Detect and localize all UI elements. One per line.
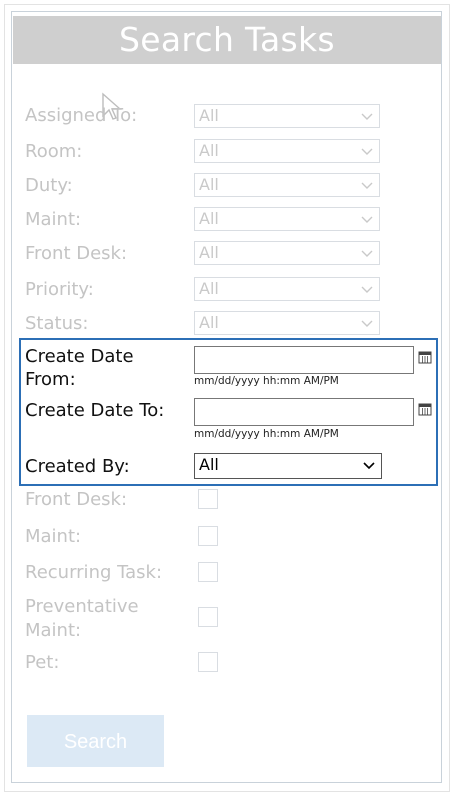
room-select-value: All (199, 141, 219, 160)
chevron-down-icon (361, 182, 373, 189)
search-button[interactable]: Search (27, 715, 164, 767)
filter-label-priority: Priority: (25, 279, 94, 300)
checkbox-label-front-desk: Front Desk: (25, 489, 128, 510)
duty-select-value: All (199, 175, 219, 194)
created-by-label: Created By: (25, 456, 130, 477)
chevron-down-icon (361, 286, 373, 293)
create-date-from-label-line2: From: (25, 369, 76, 390)
calendar-icon[interactable] (418, 350, 432, 364)
room-select[interactable]: All (194, 139, 380, 163)
created-by-select[interactable]: All (194, 453, 382, 479)
filter-label-duty: Duty: (25, 175, 73, 196)
recurring-task-checkbox[interactable] (198, 562, 218, 582)
filter-label-maint: Maint: (25, 209, 82, 230)
chevron-down-icon (361, 113, 373, 120)
filter-label-status: Status: (25, 313, 89, 334)
maint-select-value: All (199, 209, 219, 228)
priority-select-value: All (199, 279, 219, 298)
maint-checkbox[interactable] (198, 526, 218, 546)
filter-label-assigned-to: Assigned To: (25, 105, 138, 126)
chevron-down-icon (361, 250, 373, 257)
created-by-select-value: All (199, 455, 219, 474)
create-date-to-input[interactable] (194, 398, 414, 426)
status-select[interactable]: All (194, 311, 380, 335)
checkbox-label-maint: Maint: (25, 526, 82, 547)
create-date-from-input[interactable] (194, 346, 414, 374)
maint-select[interactable]: All (194, 207, 380, 231)
pet-checkbox[interactable] (198, 652, 218, 672)
assigned-to-select[interactable]: All (194, 104, 380, 128)
create-date-from-label-line1: Create Date (25, 346, 134, 367)
filter-label-front-desk: Front Desk: (25, 243, 128, 264)
checkbox-label-preventative-line2: Maint: (25, 620, 82, 641)
assigned-to-select-value: All (199, 106, 219, 125)
chevron-down-icon (361, 320, 373, 327)
chevron-down-icon (361, 216, 373, 223)
create-date-to-format-hint: mm/dd/yyyy hh:mm AM/PM (194, 428, 339, 440)
panel-title: Search Tasks (13, 16, 441, 64)
front-desk-select[interactable]: All (194, 241, 380, 265)
checkbox-label-recurring-task: Recurring Task: (25, 562, 163, 583)
checkbox-label-preventative-line1: Preventative (25, 596, 139, 617)
duty-select[interactable]: All (194, 173, 380, 197)
chevron-down-icon (361, 148, 373, 155)
checkbox-label-pet: Pet: (25, 652, 60, 673)
create-date-to-label: Create Date To: (25, 400, 165, 421)
front-desk-select-value: All (199, 243, 219, 262)
calendar-icon[interactable] (418, 402, 432, 416)
create-date-from-format-hint: mm/dd/yyyy hh:mm AM/PM (194, 375, 339, 387)
status-select-value: All (199, 313, 219, 332)
filter-label-room: Room: (25, 141, 83, 162)
chevron-down-icon (363, 462, 375, 470)
preventative-maint-checkbox[interactable] (198, 607, 218, 627)
priority-select[interactable]: All (194, 277, 380, 301)
front-desk-checkbox[interactable] (198, 489, 218, 509)
